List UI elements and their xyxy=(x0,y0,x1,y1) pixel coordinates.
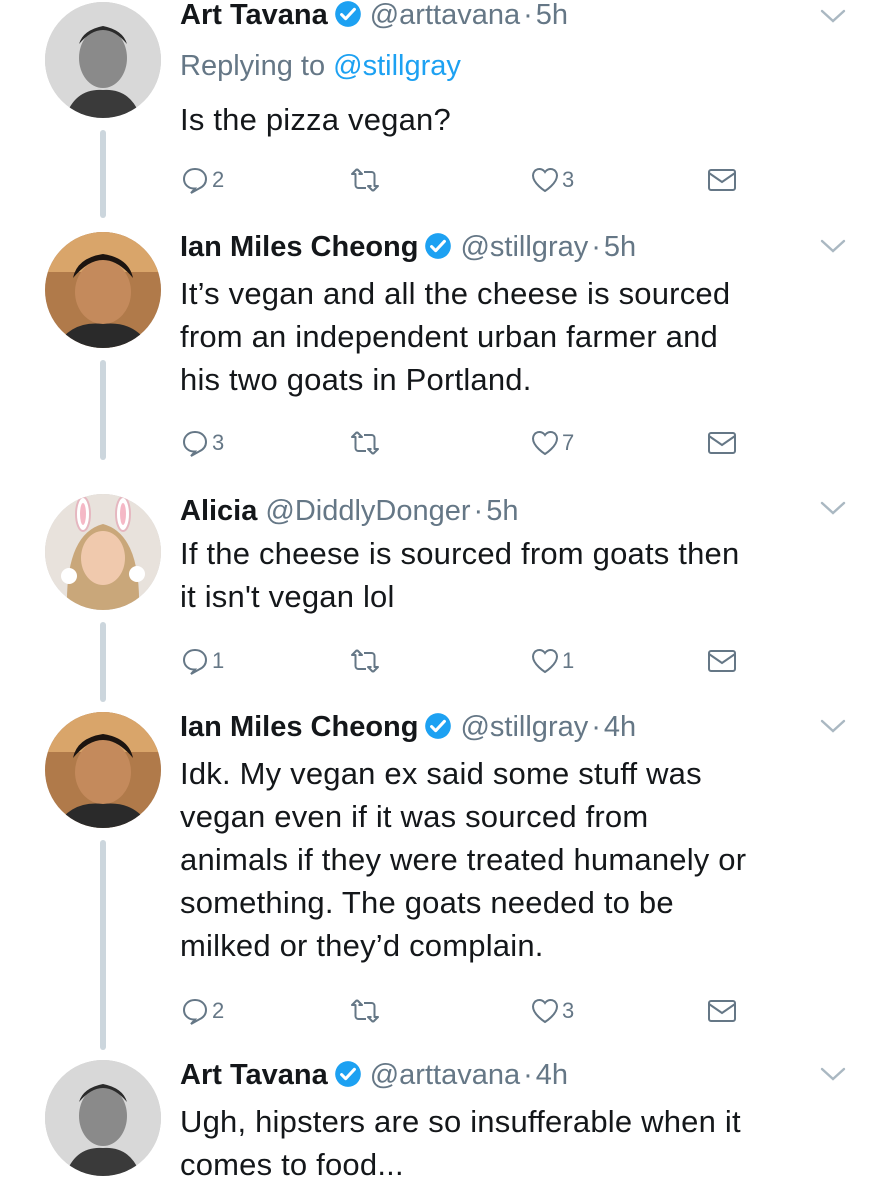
tweet-header: Art Tavana @arttavana · 4h xyxy=(180,1058,568,1098)
replying-to: Replying to @stillgray xyxy=(180,50,461,82)
reply-count: 1 xyxy=(212,648,225,673)
reply-count: 2 xyxy=(212,167,225,192)
avatar-ian-miles-cheong[interactable] xyxy=(45,712,161,828)
reply-count: 3 xyxy=(212,430,225,455)
direct-message-button[interactable] xyxy=(707,426,737,460)
like-count: 7 xyxy=(562,430,575,455)
verified-badge-icon xyxy=(425,713,452,739)
reply-icon xyxy=(182,167,208,194)
retweet-icon xyxy=(351,168,379,192)
avatar-art-tavana[interactable] xyxy=(45,2,161,118)
retweet-icon xyxy=(351,999,379,1023)
avatar-ian-miles-cheong[interactable] xyxy=(45,232,161,348)
reply-count: 2 xyxy=(212,998,225,1023)
like-count: 3 xyxy=(562,998,575,1023)
display-name[interactable]: Ian Miles Cheong xyxy=(180,711,418,743)
envelope-icon xyxy=(708,1000,736,1022)
reply-icon xyxy=(182,648,208,675)
separator-dot: · xyxy=(523,0,533,31)
separator-dot: · xyxy=(591,231,601,263)
timestamp[interactable]: 5h xyxy=(536,0,568,31)
verified-badge-icon xyxy=(425,233,452,259)
reply-button[interactable]: 3 xyxy=(180,426,224,460)
tweet-text: It’s vegan and all the cheese is sourced… xyxy=(180,276,731,397)
display-name[interactable]: Art Tavana xyxy=(180,0,328,31)
verified-badge-icon xyxy=(334,1,361,27)
heart-icon xyxy=(531,167,559,193)
separator-dot: · xyxy=(473,495,484,527)
like-button[interactable]: 3 xyxy=(530,994,574,1028)
like-button[interactable]: 3 xyxy=(530,163,574,197)
reply-button[interactable]: 2 xyxy=(180,163,224,197)
envelope-icon xyxy=(708,650,736,672)
timestamp[interactable]: 5h xyxy=(486,495,518,527)
thread-line xyxy=(100,622,106,702)
timestamp[interactable]: 5h xyxy=(604,231,636,263)
retweet-button[interactable] xyxy=(350,994,382,1028)
thread-line xyxy=(100,130,106,218)
avatar-alicia[interactable] xyxy=(45,494,161,610)
direct-message-button[interactable] xyxy=(707,163,737,197)
replying-to-link[interactable]: @stillgray xyxy=(333,50,461,82)
like-count: 3 xyxy=(562,167,575,192)
tweet-text: Is the pizza vegan? xyxy=(180,102,451,137)
envelope-icon xyxy=(708,169,736,191)
display-name[interactable]: Ian Miles Cheong xyxy=(180,231,418,263)
display-name[interactable]: Art Tavana xyxy=(180,1059,328,1091)
heart-icon xyxy=(531,430,559,456)
direct-message-button[interactable] xyxy=(707,994,737,1028)
retweet-icon xyxy=(351,431,379,455)
display-name[interactable]: Alicia xyxy=(180,495,257,527)
like-button[interactable]: 1 xyxy=(530,644,574,678)
retweet-button[interactable] xyxy=(350,426,382,460)
envelope-icon xyxy=(708,432,736,454)
verified-badge-icon xyxy=(334,1061,361,1087)
timestamp[interactable]: 4h xyxy=(604,711,636,743)
tweet-header: Ian Miles Cheong @stillgray · 5h xyxy=(180,230,636,270)
reply-button[interactable]: 2 xyxy=(180,994,224,1028)
chevron-down-icon[interactable] xyxy=(820,500,846,516)
avatar-art-tavana[interactable] xyxy=(45,1060,161,1176)
direct-message-button[interactable] xyxy=(707,644,737,678)
like-count: 1 xyxy=(562,648,575,673)
handle[interactable]: @arttavana xyxy=(370,0,520,31)
chevron-down-icon[interactable] xyxy=(820,8,846,24)
timestamp[interactable]: 4h xyxy=(536,1059,568,1091)
handle[interactable]: @arttavana xyxy=(370,1059,520,1091)
like-button[interactable]: 7 xyxy=(530,426,574,460)
retweet-button[interactable] xyxy=(350,163,382,197)
chevron-down-icon[interactable] xyxy=(820,1066,846,1082)
tweet-header: Art Tavana @arttavana · 5h xyxy=(180,0,568,38)
thread-line xyxy=(100,360,106,460)
handle[interactable]: @DiddlyDonger xyxy=(265,495,470,527)
separator-dot: · xyxy=(523,1059,533,1091)
heart-icon xyxy=(531,648,559,674)
tweet-text: If the cheese is sourced from goats then… xyxy=(180,536,740,614)
tweet-text: Ugh, hipsters are so insufferable when i… xyxy=(180,1104,741,1182)
reply-button[interactable]: 1 xyxy=(180,644,224,678)
chevron-down-icon[interactable] xyxy=(820,718,846,734)
tweet-text: Idk. My vegan ex said some stuff was veg… xyxy=(180,756,747,963)
handle[interactable]: @stillgray xyxy=(460,711,588,743)
reply-icon xyxy=(182,998,208,1025)
heart-icon xyxy=(531,998,559,1024)
thread-line xyxy=(100,840,106,1050)
reply-icon xyxy=(182,430,208,457)
handle[interactable]: @stillgray xyxy=(460,231,588,263)
separator-dot: · xyxy=(591,711,601,743)
chevron-down-icon[interactable] xyxy=(820,238,846,254)
retweet-icon xyxy=(351,649,379,673)
retweet-button[interactable] xyxy=(350,644,382,678)
tweet-header: Alicia @DiddlyDonger · 5h xyxy=(180,494,518,534)
tweet-header: Ian Miles Cheong @stillgray · 4h xyxy=(180,710,636,750)
